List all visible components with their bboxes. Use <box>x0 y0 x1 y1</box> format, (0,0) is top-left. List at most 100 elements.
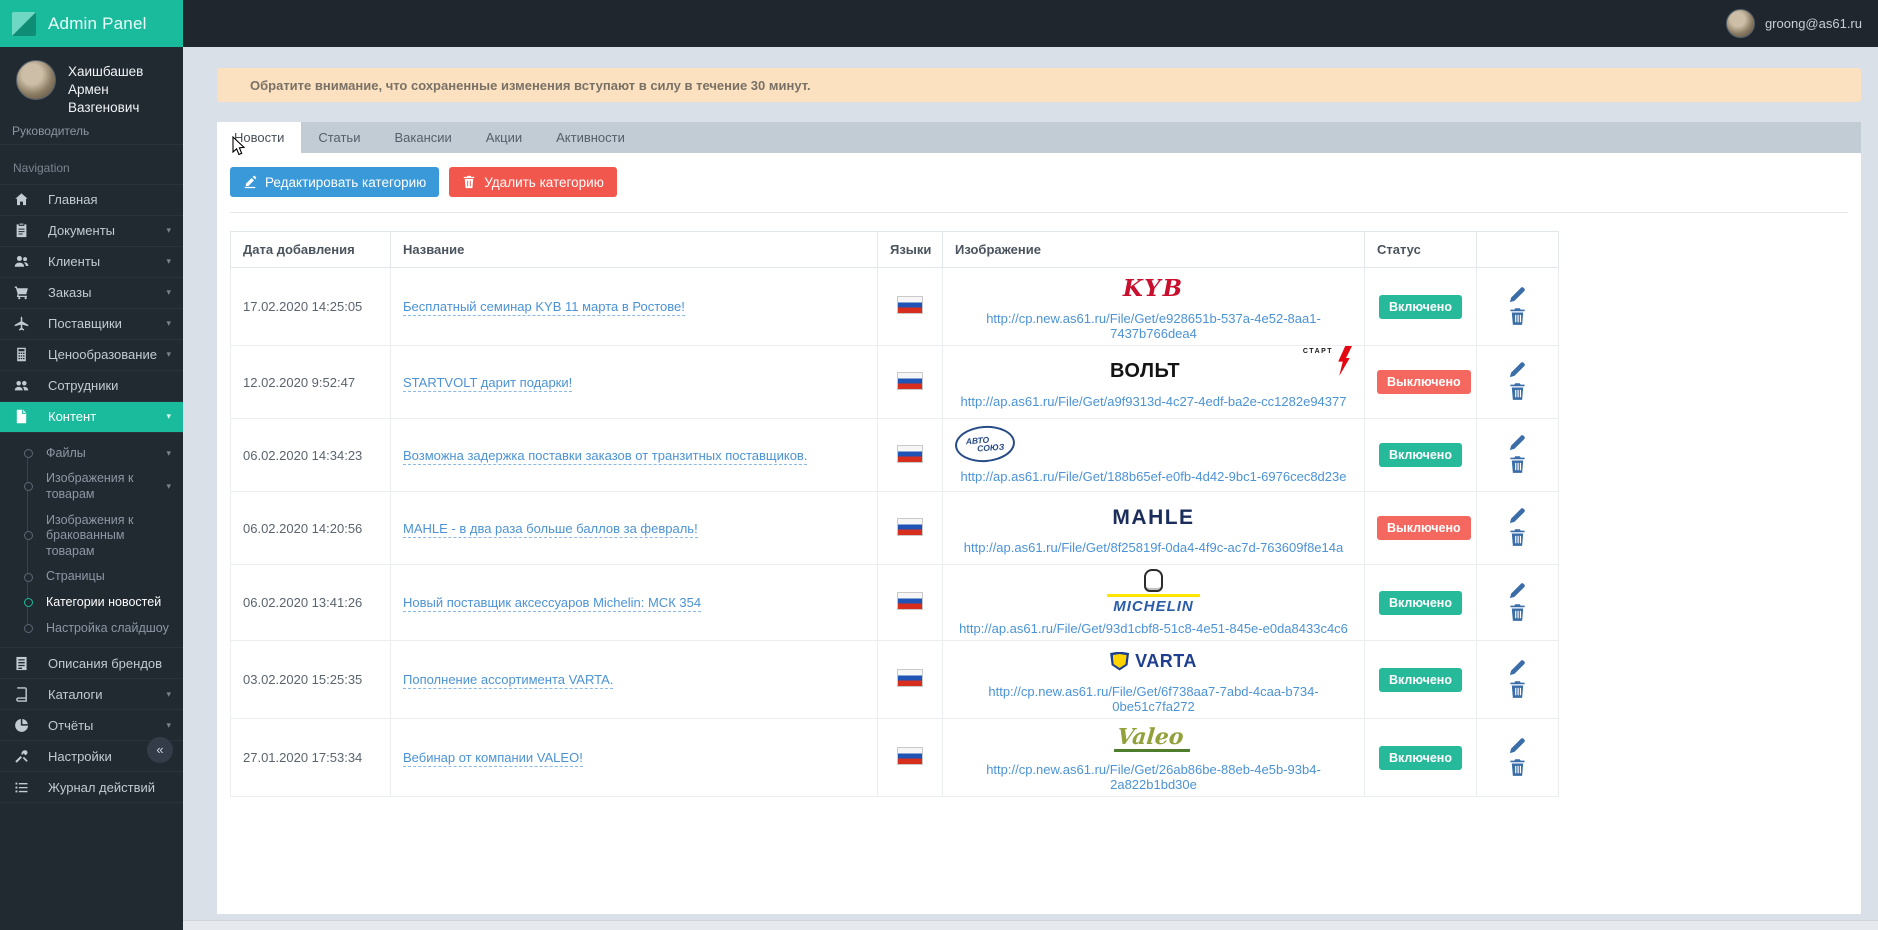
delete-row-button[interactable] <box>1508 680 1527 702</box>
trash-icon <box>464 175 475 189</box>
trash-icon <box>1510 456 1525 473</box>
brand-logo: MICHELIN <box>955 569 1352 614</box>
user-avatar[interactable] <box>16 60 56 100</box>
edit-row-button[interactable] <box>1508 658 1527 680</box>
sidebar-item[interactable]: Каталоги ▾ <box>0 679 183 711</box>
app-brand[interactable]: Admin Panel <box>0 0 183 47</box>
sidebar-profile: Хаишбашев Армен Вазгенович Руководитель <box>0 47 183 145</box>
employees-icon <box>14 378 33 393</box>
tab[interactable]: Акции <box>469 122 539 153</box>
news-title-link[interactable]: MAHLE - в два раза больше баллов за февр… <box>403 520 698 538</box>
status-badge: Включено <box>1379 745 1462 770</box>
sidebar-item-label: Ценообразование <box>48 347 157 363</box>
sidebar-item[interactable]: Поставщики ▾ <box>0 309 183 340</box>
app-logo-icon <box>12 11 36 36</box>
delete-row-button[interactable] <box>1508 455 1527 477</box>
tab-content-panel: Редактировать категорию Удалить категори… <box>217 153 1861 914</box>
news-title-link[interactable]: STARTVOLT дарит подарки! <box>403 374 573 392</box>
column-header: Изображение <box>942 231 1365 268</box>
news-title-link[interactable]: Пополнение ассортимента VARTA. <box>403 672 614 689</box>
tab[interactable]: Активности <box>539 122 642 153</box>
sidebar-item-label: Сотрудники <box>48 378 119 394</box>
edit-row-button[interactable] <box>1508 285 1527 307</box>
pencil-icon <box>1509 581 1526 598</box>
edit-row-button[interactable] <box>1508 433 1527 455</box>
notice-text: Обратите внимание, что сохраненные измен… <box>250 77 811 93</box>
sidebar-collapse-button[interactable]: « <box>147 737 173 763</box>
tab[interactable]: Новости <box>217 122 302 153</box>
edit-row-button[interactable] <box>1508 506 1527 528</box>
chevron-down-icon: ▾ <box>166 447 171 458</box>
delete-row-button[interactable] <box>1508 528 1527 550</box>
bullet-icon <box>24 623 33 633</box>
table-row: 12.02.2020 9:52:47 STARTVOLT дарит подар… <box>230 345 1559 419</box>
row-date: 27.01.2020 17:53:34 <box>243 750 363 765</box>
tab[interactable]: Вакансии <box>377 122 468 153</box>
sidebar-item[interactable]: Ценообразование ▾ <box>0 340 183 371</box>
sidebar-item[interactable]: Документы ▾ <box>0 216 183 247</box>
image-url-link[interactable]: http://ap.as61.ru/File/Get/8f25819f-0da4… <box>964 540 1343 555</box>
log-icon <box>14 780 33 795</box>
sidebar-subitem[interactable]: Страницы ▾ <box>0 564 183 590</box>
topbar-user-email: groong@as61.ru <box>1764 16 1862 31</box>
notice-banner: Обратите внимание, что сохраненные измен… <box>217 68 1861 102</box>
chevron-down-icon: ▾ <box>166 225 171 236</box>
news-title-link[interactable]: Возможна задержка поставки заказов от тр… <box>403 447 808 465</box>
flag-ru-icon <box>897 444 923 463</box>
chevron-down-icon: ▾ <box>166 481 171 492</box>
user-name: Хаишбашев Армен Вазгенович <box>68 64 144 116</box>
image-url-link[interactable]: http://cp.new.as61.ru/File/Get/26ab86be-… <box>955 762 1352 792</box>
image-url-link[interactable]: http://cp.new.as61.ru/File/Get/e928651b-… <box>955 311 1352 341</box>
sidebar-item-label: Каталоги <box>48 686 103 702</box>
trash-icon <box>1510 603 1525 621</box>
news-title-link[interactable]: Вебинар от компании VALEO! <box>403 750 583 767</box>
trash-icon <box>1510 758 1525 776</box>
sidebar-item[interactable]: Клиенты ▾ <box>0 247 183 278</box>
sidebar-item[interactable]: Главная ▾ <box>0 183 183 216</box>
delete-row-button[interactable] <box>1508 382 1527 404</box>
column-header: Дата добавления <box>230 231 391 268</box>
topbar-avatar <box>1725 9 1755 38</box>
sidebar-subitem-label: Категории новостей <box>46 595 162 610</box>
topbar: groong@as61.ru <box>183 0 1878 47</box>
delete-row-button[interactable] <box>1508 758 1527 780</box>
brands-icon <box>14 656 33 671</box>
edit-row-button[interactable] <box>1508 736 1527 758</box>
image-url-link[interactable]: http://ap.as61.ru/File/Get/93d1cbf8-51c8… <box>959 621 1348 636</box>
sidebar-item-label: Настройки <box>48 748 112 764</box>
chevron-down-icon: ▾ <box>166 411 171 422</box>
news-title-link[interactable]: Новый поставщик аксессуаров Michelin: МС… <box>403 595 702 612</box>
chevron-down-icon: ▾ <box>166 256 171 267</box>
user-role: Руководитель <box>12 123 90 138</box>
edit-category-button[interactable]: Редактировать категорию <box>230 167 440 197</box>
sidebar-item-label: Главная <box>48 192 98 208</box>
column-header: Языки <box>877 231 943 268</box>
status-badge: Выключено <box>1377 516 1471 540</box>
sidebar-item[interactable]: Описания брендов ▾ <box>0 648 183 680</box>
sidebar-item[interactable]: Контент ▾ <box>0 401 183 433</box>
brand-logo: СОЮЗ АВТО <box>953 423 1017 465</box>
tab[interactable]: Статьи <box>301 122 377 153</box>
delete-category-button[interactable]: Удалить категорию <box>449 167 617 197</box>
sidebar-subitem[interactable]: Категории новостей ▾ <box>0 590 183 616</box>
news-title-link[interactable]: Бесплатный семинар KYB 11 марта в Ростов… <box>403 299 685 316</box>
delete-row-button[interactable] <box>1508 603 1527 625</box>
image-url-link[interactable]: http://ap.as61.ru/File/Get/a9f9313d-4c27… <box>961 394 1347 409</box>
sidebar-item[interactable]: Заказы ▾ <box>0 278 183 309</box>
edit-row-button[interactable] <box>1508 581 1527 603</box>
sidebar-subitem[interactable]: Файлы ▾ <box>0 441 183 467</box>
sidebar-subitem[interactable]: Изображения к товарам ▾ <box>0 466 183 507</box>
topbar-user-menu[interactable]: groong@as61.ru <box>1725 9 1862 38</box>
image-url-link[interactable]: http://cp.new.as61.ru/File/Get/6f738aa7-… <box>955 684 1352 714</box>
horizontal-scrollbar[interactable] <box>183 920 1878 930</box>
sidebar-item[interactable]: Журнал действий ▾ <box>0 772 183 804</box>
sidebar-item[interactable]: Сотрудники ▾ <box>0 371 183 402</box>
table-row: 06.02.2020 13:41:26 Новый поставщик аксе… <box>230 564 1559 641</box>
settings-icon <box>14 749 33 764</box>
sidebar-subitem[interactable]: Настройка слайдшоу ▾ <box>0 616 183 642</box>
image-url-link[interactable]: http://ap.as61.ru/File/Get/188b65ef-e0fb… <box>961 469 1347 484</box>
edit-row-button[interactable] <box>1508 360 1527 382</box>
clients-icon <box>14 254 33 269</box>
delete-row-button[interactable] <box>1508 307 1527 329</box>
sidebar-subitem[interactable]: Изображения к бракованным товарам ▾ <box>0 508 183 565</box>
